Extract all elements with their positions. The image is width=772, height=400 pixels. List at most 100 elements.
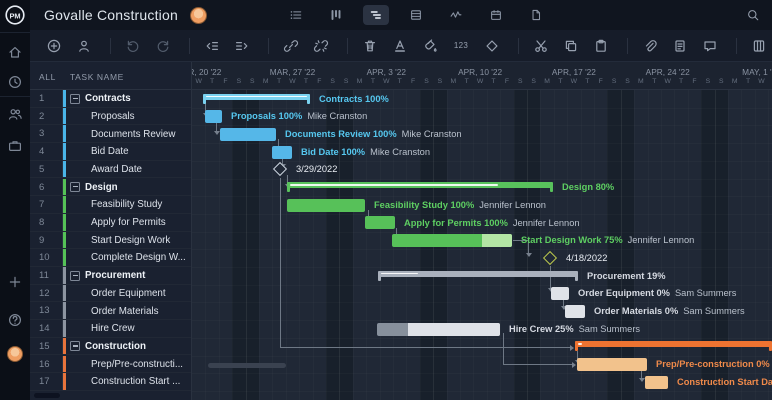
table-row[interactable]: 16Prep/Pre-constructi... bbox=[30, 356, 191, 374]
table-row[interactable]: 1Contracts bbox=[30, 90, 191, 108]
toolbar-numbers-icon[interactable]: 123 bbox=[452, 38, 470, 54]
task-name-cell[interactable]: Award Date bbox=[62, 161, 191, 178]
task-name-cell[interactable]: Construction bbox=[62, 338, 191, 355]
toolbar-note-icon[interactable] bbox=[672, 38, 688, 54]
toolbar-trash-icon[interactable] bbox=[362, 38, 378, 54]
row-number: 17 bbox=[39, 376, 50, 387]
gantt-horizontal-scrollbar[interactable] bbox=[208, 363, 286, 368]
task-name-cell[interactable]: Proposals bbox=[62, 108, 191, 125]
task-name-cell[interactable]: Feasibility Study bbox=[62, 196, 191, 213]
collapse-icon[interactable] bbox=[70, 341, 80, 351]
table-row[interactable]: 2 Proposals bbox=[30, 108, 191, 126]
sidebar-briefcase-icon[interactable] bbox=[7, 138, 23, 154]
table-row[interactable]: 7Feasibility Study bbox=[30, 196, 191, 214]
view-board-icon[interactable] bbox=[323, 5, 349, 25]
view-activity-icon[interactable] bbox=[443, 5, 469, 25]
toolbar-unlink-icon[interactable] bbox=[313, 38, 329, 54]
task-name-cell[interactable]: Documents Review bbox=[62, 125, 191, 142]
task-name-cell[interactable]: Order Equipment bbox=[62, 285, 191, 302]
toolbar-redo-icon[interactable] bbox=[155, 38, 171, 54]
sidebar-home-icon[interactable] bbox=[7, 44, 23, 60]
gantt-task-bar[interactable] bbox=[577, 358, 647, 371]
pm-logo-icon[interactable]: PM bbox=[4, 4, 26, 26]
table-row[interactable]: 17 Construction Start ... bbox=[30, 373, 191, 391]
table-row[interactable]: 13Order Materials bbox=[30, 302, 191, 320]
gantt-task-bar[interactable] bbox=[220, 128, 276, 141]
gantt-task-bar[interactable] bbox=[645, 376, 668, 389]
task-name-cell[interactable]: Bid Date bbox=[62, 143, 191, 160]
search-icon[interactable] bbox=[746, 8, 760, 22]
task-name-cell[interactable]: Start Design Work bbox=[62, 232, 191, 249]
view-doc-icon[interactable] bbox=[523, 5, 549, 25]
table-row[interactable]: 14Hire Crew bbox=[30, 320, 191, 338]
view-gantt-icon[interactable] bbox=[363, 5, 389, 25]
task-name-cell[interactable]: Prep/Pre-constructi... bbox=[62, 356, 191, 373]
gantt-task-bar[interactable] bbox=[287, 199, 365, 212]
user-avatar[interactable] bbox=[7, 346, 23, 362]
sidebar-help-icon[interactable] bbox=[7, 312, 23, 328]
gantt-task-bar[interactable] bbox=[205, 110, 222, 123]
column-header-all[interactable]: ALL bbox=[39, 72, 56, 82]
collapse-icon[interactable] bbox=[70, 182, 80, 192]
table-row[interactable]: 3Documents Review bbox=[30, 125, 191, 143]
task-name-cell[interactable]: Apply for Permits bbox=[62, 214, 191, 231]
toolbar-fill-color-icon[interactable] bbox=[422, 38, 438, 54]
gantt-task-bar[interactable] bbox=[365, 216, 395, 229]
task-name-cell[interactable]: Construction Start ... bbox=[62, 373, 191, 390]
task-name-cell[interactable]: Order Materials bbox=[62, 302, 191, 319]
column-header-task-name[interactable]: TASK NAME bbox=[70, 72, 124, 82]
toolbar-undo-icon[interactable] bbox=[125, 38, 141, 54]
task-name-cell[interactable]: Complete Design W... bbox=[62, 249, 191, 266]
table-row[interactable]: 5Award Date bbox=[30, 161, 191, 179]
table-row[interactable]: 6Design bbox=[30, 179, 191, 197]
toolbar-add-task-icon[interactable] bbox=[46, 38, 62, 54]
table-row[interactable]: 12Order Equipment bbox=[30, 285, 191, 303]
table-row[interactable]: 8Apply for Permits bbox=[30, 214, 191, 232]
task-name: Start Design Work bbox=[91, 235, 189, 246]
milestone-diamond[interactable] bbox=[543, 251, 557, 265]
gantt-task-bar[interactable] bbox=[565, 305, 585, 318]
toolbar-paste-icon[interactable] bbox=[593, 38, 609, 54]
toolbar-comment-icon[interactable] bbox=[702, 38, 718, 54]
table-row[interactable]: 10Complete Design W... bbox=[30, 249, 191, 267]
toolbar-assign-user-icon[interactable] bbox=[76, 38, 92, 54]
sidebar-plus-icon[interactable] bbox=[7, 274, 23, 290]
table-row[interactable]: 4Bid Date bbox=[30, 143, 191, 161]
collapse-icon[interactable] bbox=[70, 94, 80, 104]
table-scrollbar-thumb[interactable] bbox=[34, 393, 60, 398]
toolbar-cut-icon[interactable] bbox=[533, 38, 549, 54]
task-color-stripe bbox=[63, 320, 66, 337]
table-row[interactable]: 9Start Design Work bbox=[30, 232, 191, 250]
view-list-icon[interactable] bbox=[283, 5, 309, 25]
row-number: 2 bbox=[39, 111, 44, 122]
gantt-bar-label: Documents Review 100%Mike Cranston bbox=[285, 129, 462, 139]
toolbar-columns-icon[interactable] bbox=[751, 38, 767, 54]
gantt-task-bar[interactable] bbox=[551, 287, 569, 300]
gantt-task-bar[interactable] bbox=[377, 323, 500, 336]
sidebar-clock-icon[interactable] bbox=[7, 74, 23, 90]
sidebar-users-icon[interactable] bbox=[7, 106, 23, 122]
dependency-arrow bbox=[570, 345, 574, 351]
task-name-cell[interactable]: Contracts bbox=[62, 90, 191, 107]
gantt-task-bar[interactable] bbox=[392, 234, 512, 247]
view-sheet-icon[interactable] bbox=[403, 5, 429, 25]
toolbar-milestone-icon[interactable] bbox=[484, 38, 500, 54]
collapse-icon[interactable] bbox=[70, 271, 80, 281]
toolbar-indent-icon[interactable] bbox=[234, 38, 250, 54]
toolbar-copy-icon[interactable] bbox=[563, 38, 579, 54]
task-name-cell[interactable]: Design bbox=[62, 179, 191, 196]
view-calendar-icon[interactable] bbox=[483, 5, 509, 25]
gantt-task-bar[interactable] bbox=[272, 146, 292, 159]
project-owner-avatar[interactable] bbox=[190, 7, 207, 24]
table-row[interactable]: 15Construction bbox=[30, 338, 191, 356]
toolbar-attach-icon[interactable] bbox=[642, 38, 658, 54]
table-row[interactable]: 11Procurement bbox=[30, 267, 191, 285]
task-color-stripe bbox=[63, 373, 66, 390]
task-name-cell[interactable]: Procurement bbox=[62, 267, 191, 284]
task-name-cell[interactable]: Hire Crew bbox=[62, 320, 191, 337]
toolbar-link-icon[interactable] bbox=[283, 38, 299, 54]
toolbar-outdent-icon[interactable] bbox=[204, 38, 220, 54]
gantt-summary-bar[interactable] bbox=[575, 341, 772, 347]
toolbar-text-color-icon[interactable] bbox=[392, 38, 408, 54]
task-color-stripe bbox=[63, 90, 66, 107]
